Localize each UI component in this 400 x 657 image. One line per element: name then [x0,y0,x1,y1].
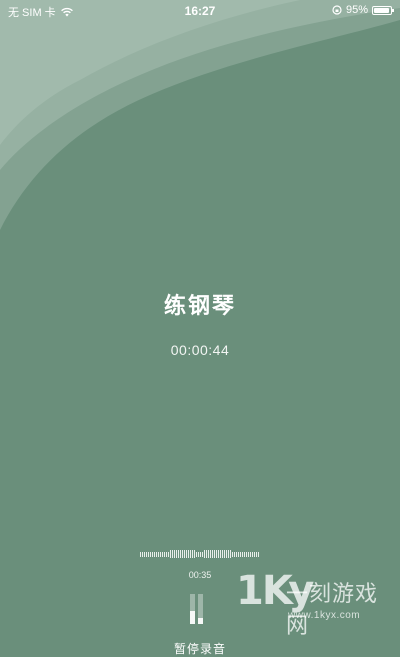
waveform-bar [238,551,239,557]
waveform-bar [220,550,221,558]
watermark-url: www.1kyx.com [288,610,361,621]
waveform-bar [190,550,191,558]
waveform-bar [174,550,175,558]
waveform-bar [254,551,255,557]
waveform-bar [250,551,251,557]
waveform-bar [150,551,151,557]
waveform-bar [184,550,185,558]
watermark-name: 一刻游戏网 [286,582,379,639]
waveform-bar [192,550,193,558]
waveform-bar [234,551,235,557]
rotation-lock-icon [332,5,342,15]
waveform-bar [232,551,233,557]
waveform-bar [160,551,161,557]
waveform-bar [210,550,211,558]
waveform-bar [152,551,153,557]
level-meter [190,590,210,624]
waveform-bar [230,550,231,558]
waveform-bar [228,550,229,558]
waveform-bar [188,550,189,558]
waveform-bar [258,551,259,557]
waveform-bar [222,550,223,558]
waveform-bar [182,550,183,558]
waveform-bar [244,551,245,557]
waveform-bar [166,551,167,557]
waveform-bar [172,550,173,558]
waveform-bar [256,551,257,557]
level-bar [190,594,195,624]
waveform-bar [248,551,249,557]
waveform-bar [194,550,195,558]
waveform-bar [224,550,225,558]
level-fill [190,610,195,624]
waveform-bar [144,551,145,557]
waveform-bar [162,551,163,557]
waveform-bar [146,551,147,557]
waveform-bar [168,551,169,557]
waveform-bar [202,551,203,557]
waveform-bar [196,551,197,557]
waveform-bar [200,551,201,557]
waveform-bar [208,550,209,558]
background-wave [0,0,400,230]
level-fill [198,618,203,624]
waveform-bar [218,550,219,558]
pause-recording-button[interactable]: 暂停录音 [0,640,400,657]
waveform-bar [178,550,179,558]
waveform-bar [252,551,253,557]
waveform-bar [176,550,177,558]
audio-waveform [140,549,260,559]
battery-percent: 95% [345,4,368,16]
recording-title: 练钢琴 [163,294,236,319]
waveform-bar [170,550,171,558]
waveform-bar [142,551,143,557]
status-right: 95% [332,4,394,16]
waveform-bar [140,551,141,557]
waveform-bar [216,550,217,558]
waveform-bar [148,551,149,557]
waveform-bar [186,550,187,558]
status-bar: 无 SIM 卡 16:27 95% [0,0,400,24]
waveform-bar [206,550,207,558]
waveform-bar [154,551,155,557]
waveform-bar [240,551,241,557]
level-bar [198,594,203,624]
recording-timer: 00:00:44 [170,342,230,358]
waveform-bar [156,551,157,557]
waveform-bar [198,551,199,557]
waveform-bar [180,550,181,558]
battery-icon [372,5,394,15]
waveform-bar [204,550,205,558]
watermark: 1Ky 一刻游戏网 www.1kyx.com [236,568,400,639]
waveform-bar [226,550,227,558]
waveform-bar [158,551,159,557]
battery-fill [374,7,390,13]
waveform-bar [246,551,247,557]
waveform-bar [212,550,213,558]
waveform-bar [242,551,243,557]
waveform-bar [236,551,237,557]
waveform-bar [214,550,215,558]
waveform-bar [164,551,165,557]
